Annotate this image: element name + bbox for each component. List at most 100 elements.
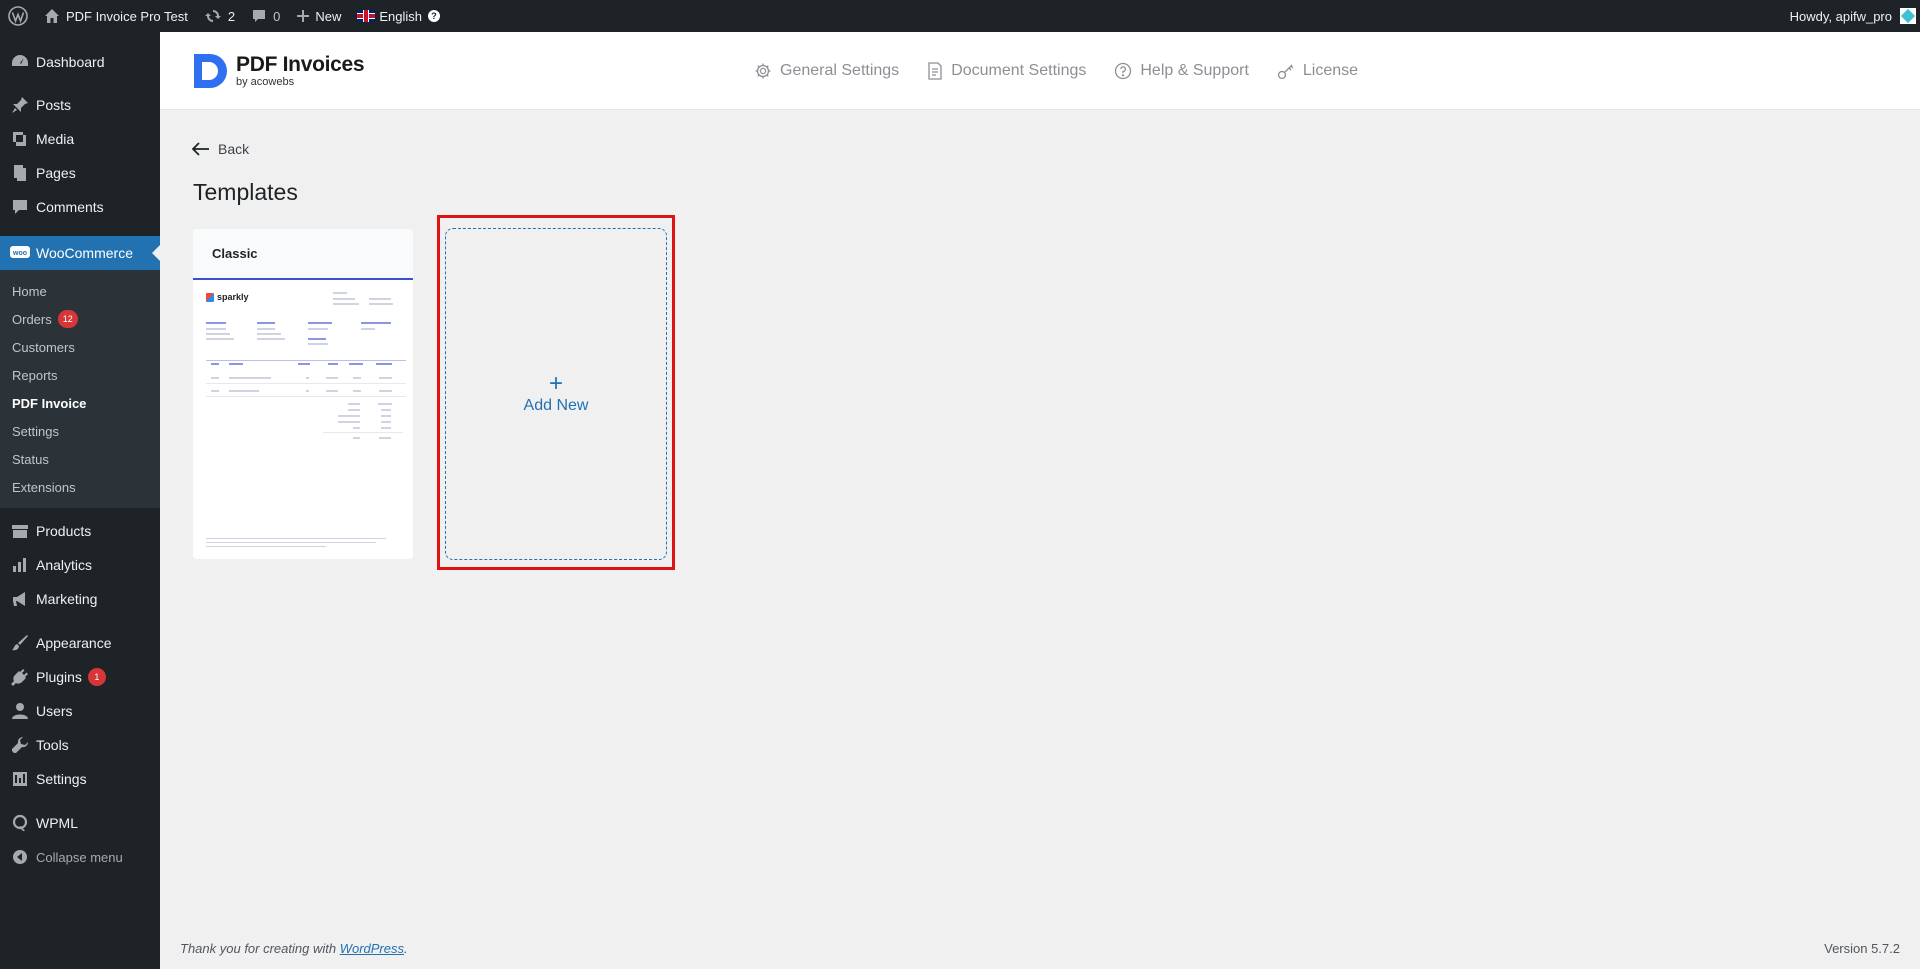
preview-line bbox=[381, 415, 391, 417]
sidebar-item-dashboard[interactable]: Dashboard bbox=[0, 44, 160, 80]
preview-line bbox=[308, 328, 328, 330]
sidebar-item-label: Appearance bbox=[36, 635, 112, 651]
preview-line bbox=[206, 538, 386, 539]
uk-flag-icon bbox=[357, 10, 376, 22]
logo-subtitle: by acowebs bbox=[236, 76, 295, 88]
sidebar-item-comments[interactable]: Comments bbox=[0, 190, 160, 224]
nav-document-settings[interactable]: Document Settings bbox=[927, 62, 1086, 80]
preview-line bbox=[381, 421, 391, 423]
language-switcher[interactable]: English ? bbox=[349, 0, 448, 32]
collapse-menu-button[interactable]: Collapse menu bbox=[0, 840, 160, 874]
nav-label: Document Settings bbox=[951, 62, 1087, 79]
preview-line bbox=[308, 343, 328, 345]
wpml-icon bbox=[10, 813, 30, 833]
preview-line bbox=[333, 292, 347, 294]
sidebar-item-label: Posts bbox=[36, 97, 72, 113]
preview-line bbox=[376, 363, 392, 365]
comment-icon bbox=[253, 10, 266, 22]
sidebar-item-appearance[interactable]: Appearance bbox=[0, 626, 160, 660]
sidebar-item-label: Media bbox=[36, 131, 75, 147]
plus-icon bbox=[297, 10, 310, 22]
preview-line bbox=[257, 338, 285, 340]
preview-line bbox=[379, 377, 392, 379]
submenu-item-status[interactable]: Status bbox=[0, 445, 160, 473]
new-content-link[interactable]: New bbox=[288, 0, 349, 32]
submenu-item-orders[interactable]: Orders 12 bbox=[0, 305, 160, 333]
submenu-item-settings[interactable]: Settings bbox=[0, 417, 160, 445]
plugin-logo[interactable]: PDF Invoices by acowebs bbox=[192, 52, 365, 90]
wordpress-link[interactable]: WordPress bbox=[340, 941, 404, 956]
nav-help-support[interactable]: Help & Support bbox=[1114, 62, 1249, 80]
updates-link[interactable]: 2 bbox=[196, 0, 243, 32]
plug-icon bbox=[10, 667, 30, 687]
home-icon bbox=[45, 9, 59, 23]
sidebar-item-users[interactable]: Users bbox=[0, 694, 160, 728]
document-icon bbox=[928, 62, 942, 80]
nav-license[interactable]: License bbox=[1277, 62, 1358, 80]
submenu-item-extensions[interactable]: Extensions bbox=[0, 473, 160, 501]
preview-line bbox=[369, 298, 391, 300]
products-icon bbox=[10, 521, 30, 541]
site-name-link[interactable]: PDF Invoice Pro Test bbox=[36, 0, 196, 32]
wordpress-logo-icon[interactable] bbox=[0, 0, 36, 32]
submenu-item-home[interactable]: Home bbox=[0, 277, 160, 305]
updates-count: 2 bbox=[227, 8, 236, 24]
sidebar-item-tools[interactable]: Tools bbox=[0, 728, 160, 762]
media-icon bbox=[10, 129, 30, 149]
sidebar-item-settings[interactable]: Settings bbox=[0, 762, 160, 796]
plugin-nav: General Settings Document Settings Help … bbox=[754, 32, 1386, 110]
analytics-icon bbox=[10, 555, 30, 575]
my-account-link[interactable]: Howdy, apifw_pro bbox=[1782, 0, 1920, 32]
megaphone-icon bbox=[10, 589, 30, 609]
preview-line bbox=[257, 328, 275, 330]
language-label: English bbox=[379, 8, 422, 24]
sidebar-item-label: Analytics bbox=[36, 557, 93, 573]
preview-line bbox=[379, 390, 392, 392]
preview-line bbox=[349, 363, 363, 365]
preview-line bbox=[381, 427, 391, 429]
sidebar-item-analytics[interactable]: Analytics bbox=[0, 548, 160, 582]
admin-bar: PDF Invoice Pro Test 2 0 New English ? H… bbox=[0, 0, 1920, 32]
preview-line bbox=[206, 546, 326, 547]
comments-link[interactable]: 0 bbox=[243, 0, 288, 32]
preview-line bbox=[211, 363, 219, 365]
preview-line bbox=[306, 377, 309, 379]
sidebar-item-label: Marketing bbox=[36, 591, 98, 607]
sidebar-item-posts[interactable]: Posts bbox=[0, 88, 160, 122]
submenu-item-reports[interactable]: Reports bbox=[0, 361, 160, 389]
user-icon bbox=[10, 701, 30, 721]
sidebar-item-label: Dashboard bbox=[36, 54, 105, 70]
sidebar-item-marketing[interactable]: Marketing bbox=[0, 582, 160, 616]
preview-line bbox=[306, 390, 309, 392]
dashboard-icon bbox=[10, 52, 30, 72]
preview-line bbox=[206, 322, 226, 324]
sidebar-item-woocommerce[interactable]: woo WooCommerce bbox=[0, 236, 160, 270]
footer-thanks-text: Thank you for creating with bbox=[180, 941, 337, 956]
gear-icon bbox=[755, 63, 771, 79]
preview-line bbox=[361, 322, 391, 324]
submenu-label: Settings bbox=[12, 423, 59, 439]
back-link[interactable]: Back bbox=[192, 141, 249, 157]
preview-line bbox=[308, 322, 332, 324]
preview-logo-text: sparkly bbox=[217, 292, 249, 302]
plugin-header: PDF Invoices by acowebs General Settings… bbox=[160, 32, 1920, 110]
highlight-box bbox=[437, 215, 675, 570]
template-preview: sparkly bbox=[193, 280, 413, 557]
plugins-update-badge: 1 bbox=[87, 668, 106, 686]
sidebar-item-media[interactable]: Media bbox=[0, 122, 160, 156]
preview-line bbox=[206, 360, 406, 361]
nav-general-settings[interactable]: General Settings bbox=[754, 62, 899, 80]
preview-line bbox=[338, 421, 360, 423]
site-name: PDF Invoice Pro Test bbox=[66, 8, 188, 24]
preview-line bbox=[229, 377, 271, 379]
template-card-classic[interactable]: Classic sparkly bbox=[193, 229, 413, 559]
howdy-text: Howdy, apifw_pro bbox=[1789, 8, 1892, 24]
sidebar-item-plugins[interactable]: Plugins 1 bbox=[0, 660, 160, 694]
sidebar-item-pages[interactable]: Pages bbox=[0, 156, 160, 190]
preview-line bbox=[206, 333, 230, 335]
submenu-label: Home bbox=[12, 283, 47, 299]
submenu-item-customers[interactable]: Customers bbox=[0, 333, 160, 361]
sidebar-item-products[interactable]: Products bbox=[0, 514, 160, 548]
submenu-item-pdf-invoice[interactable]: PDF Invoice bbox=[0, 389, 160, 417]
sidebar-item-wpml[interactable]: WPML bbox=[0, 806, 160, 840]
